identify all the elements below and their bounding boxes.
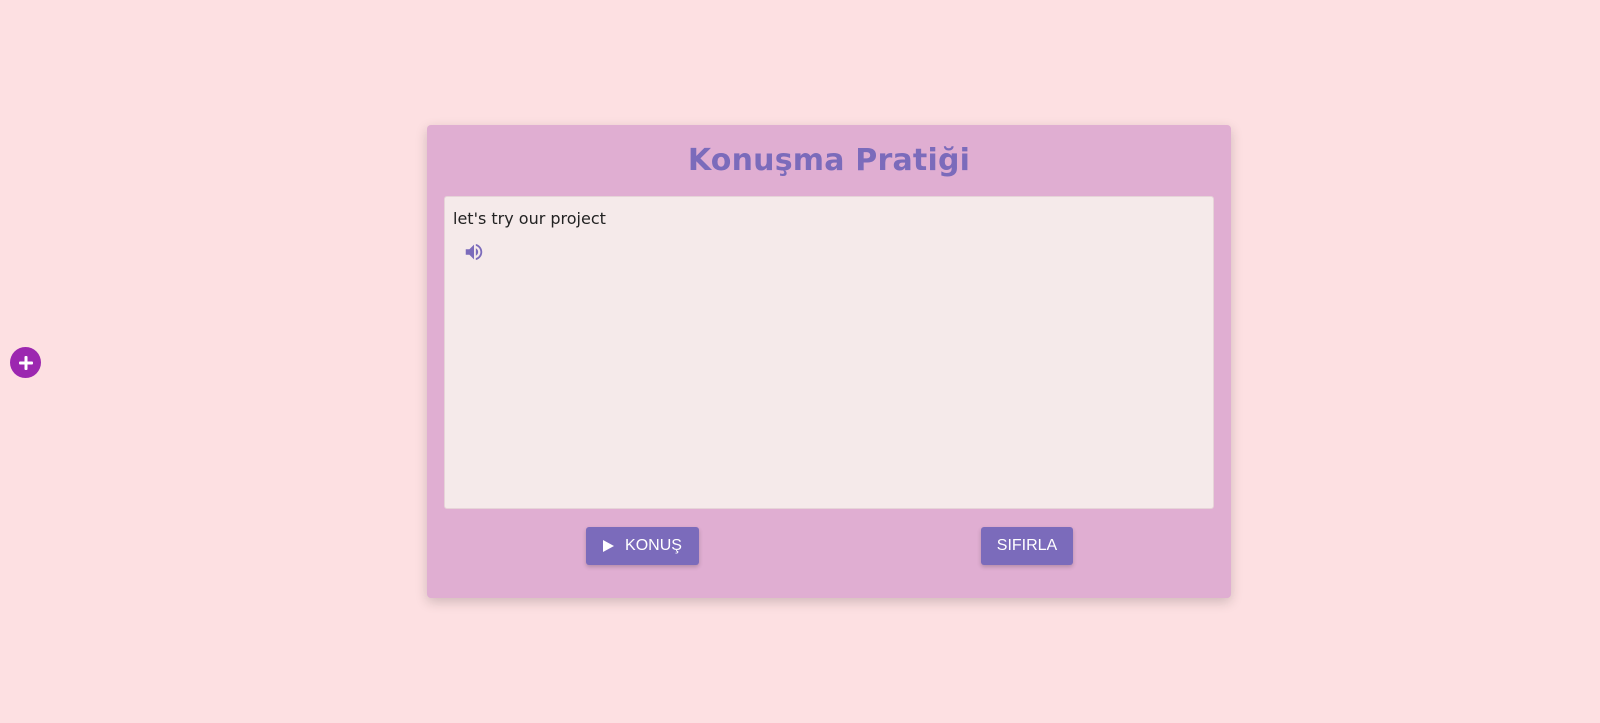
reset-button[interactable]: SIFIRLA: [981, 527, 1073, 565]
page: Konuşma Pratiği let's try our project KO…: [0, 0, 1600, 723]
play-icon: [603, 540, 615, 552]
add-button[interactable]: [10, 347, 41, 378]
conversation-panel: let's try our project: [444, 196, 1214, 509]
practice-card: Konuşma Pratiği let's try our project KO…: [427, 125, 1231, 598]
speak-button[interactable]: KONUŞ: [586, 527, 699, 565]
reset-button-label: SIFIRLA: [996, 537, 1058, 554]
page-title: Konuşma Pratiği: [687, 143, 971, 178]
plus-icon: [18, 355, 33, 370]
speak-button-label: KONUŞ: [625, 537, 682, 554]
speaker-icon: [465, 243, 483, 261]
play-audio-button[interactable]: [463, 241, 485, 263]
message-text: let's try our project: [453, 209, 606, 228]
